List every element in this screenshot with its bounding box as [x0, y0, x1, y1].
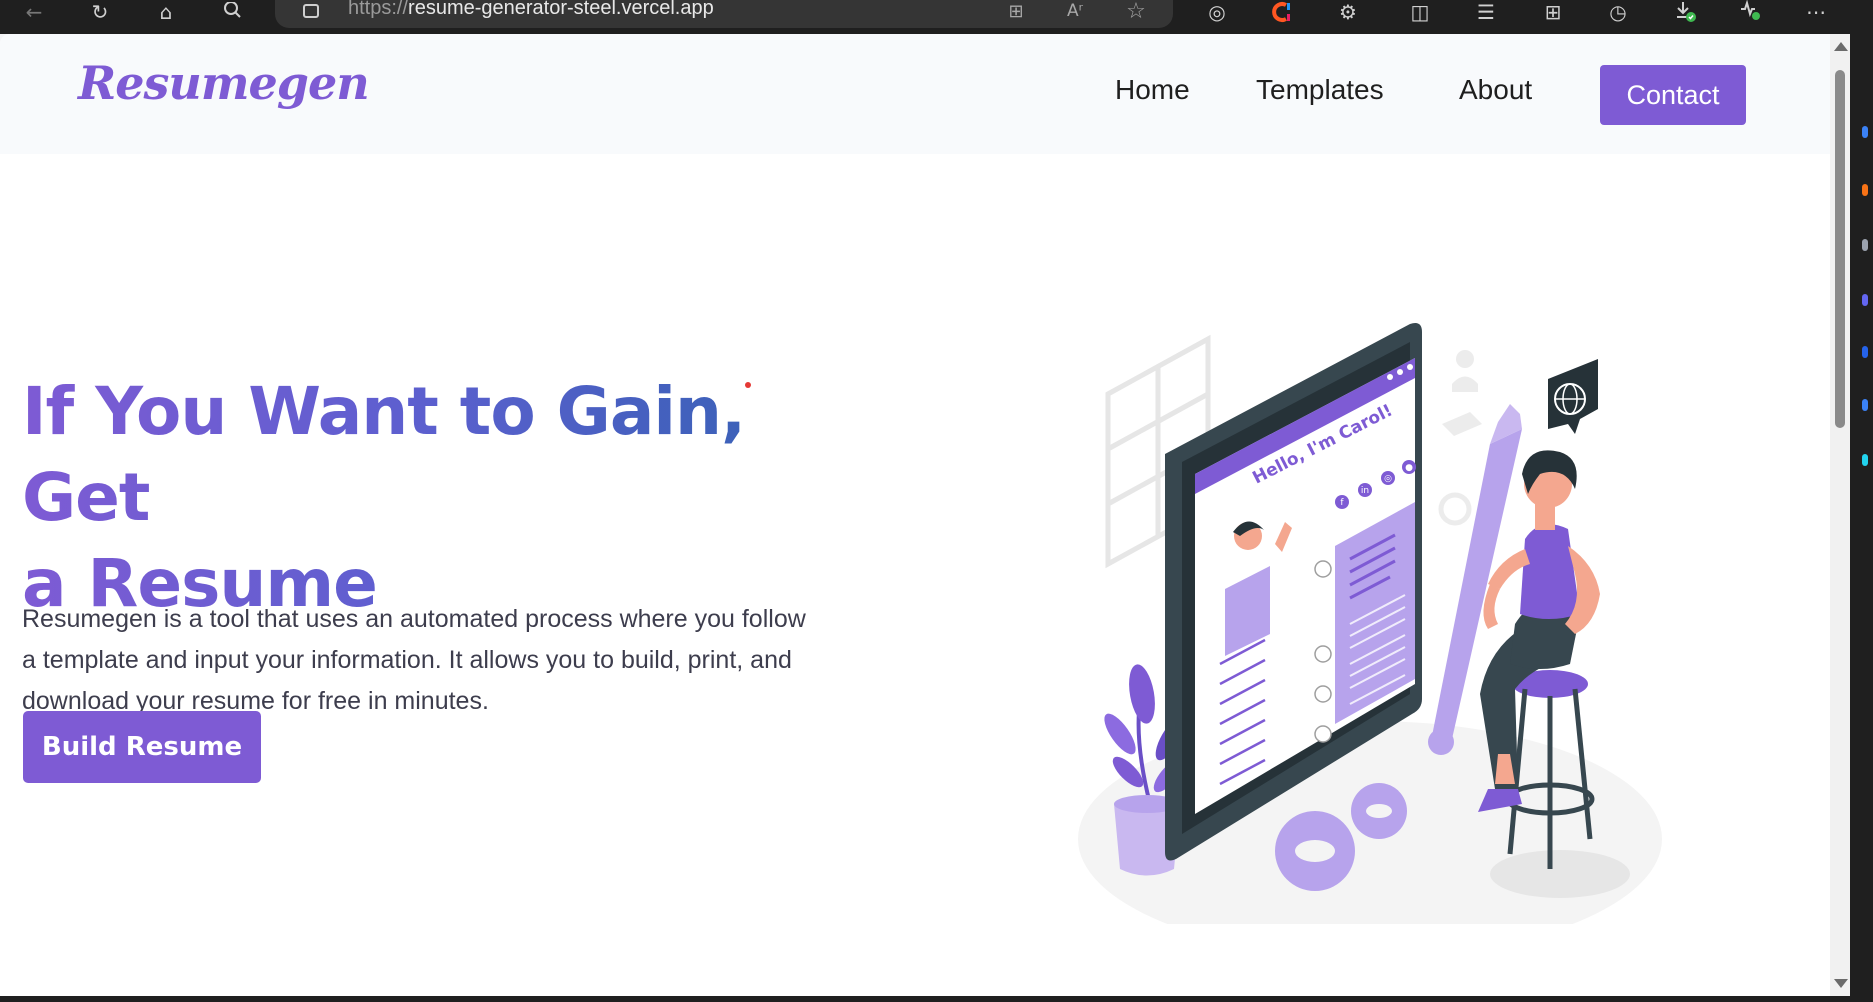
- favorite-star-icon[interactable]: ☆: [1123, 0, 1149, 24]
- search-icon[interactable]: [219, 0, 247, 24]
- sidebar-app-icon[interactable]: [1862, 239, 1868, 251]
- hero-description: Resumegen is a tool that uses an automat…: [22, 599, 882, 722]
- tracking-icon[interactable]: ◎: [1203, 0, 1231, 24]
- read-aloud-icon[interactable]: Aʳ: [1062, 0, 1088, 22]
- site-info-icon[interactable]: [303, 4, 319, 18]
- page-scrollbar[interactable]: [1830, 34, 1850, 996]
- app-available-icon[interactable]: ⊞: [1003, 0, 1029, 22]
- stool-shadow: [1490, 850, 1630, 898]
- site-header: Resumegen Home Templates About Contact: [0, 34, 1830, 154]
- resume-illustration: Hello, I'm Carol! f in ◎ ●: [1078, 323, 1662, 924]
- sidebar-app-icon[interactable]: [1862, 399, 1868, 411]
- hero-description-line-1: Resumegen is a tool that uses an automat…: [22, 605, 806, 633]
- sidebar-app-icon[interactable]: [1862, 346, 1868, 358]
- browser-sidebar: [1850, 34, 1873, 1002]
- svg-text:●: ●: [1405, 463, 1413, 473]
- nav-home-link[interactable]: Home: [1115, 74, 1190, 106]
- mouse-cursor-marker: [745, 382, 751, 388]
- extension-c-icon[interactable]: [1268, 0, 1296, 24]
- svg-text:in: in: [1361, 486, 1369, 496]
- downloads-icon[interactable]: [1672, 0, 1700, 24]
- sidebar-app-icon[interactable]: [1862, 294, 1868, 306]
- scroll-down-arrow-icon[interactable]: [1834, 979, 1848, 988]
- page-viewport: Resumegen Home Templates About Contact I…: [0, 34, 1830, 996]
- hero-title: If You Want to Gain, Get a Resume: [22, 369, 882, 627]
- favorites-icon[interactable]: ☰: [1472, 0, 1500, 24]
- svg-text:◎: ◎: [1384, 474, 1392, 484]
- url-text[interactable]: https://resume-generator-steel.vercel.ap…: [348, 0, 714, 20]
- performance-icon[interactable]: [1737, 0, 1765, 24]
- home-icon[interactable]: ⌂: [152, 0, 180, 24]
- globe-speech-icon: [1548, 359, 1598, 434]
- address-bar[interactable]: https://resume-generator-steel.vercel.ap…: [275, 0, 1173, 28]
- faded-background-icons: [1438, 350, 1482, 526]
- history-icon[interactable]: ◷: [1604, 0, 1632, 24]
- hero-title-line-1: If You Want to Gain, Get: [22, 373, 746, 536]
- window-bottom-edge: [0, 996, 1850, 1002]
- nav-templates-link[interactable]: Templates: [1256, 74, 1384, 106]
- back-icon[interactable]: ←: [20, 0, 48, 24]
- more-menu-icon[interactable]: ⋯: [1802, 0, 1830, 24]
- sidebar-app-icon[interactable]: [1862, 454, 1868, 466]
- hero-description-line-2: a template and input your information. I…: [22, 646, 792, 674]
- sidebar-app-icon[interactable]: [1862, 126, 1868, 138]
- browser-toolbar: ← ↻ ⌂ https://resume-generator-steel.ver…: [0, 0, 1873, 34]
- refresh-icon[interactable]: ↻: [86, 0, 114, 24]
- extensions-icon[interactable]: ⚙: [1334, 0, 1362, 24]
- collections-icon[interactable]: ⊞: [1539, 0, 1567, 24]
- build-resume-button[interactable]: Build Resume: [23, 711, 261, 783]
- nav-about-link[interactable]: About: [1459, 74, 1532, 106]
- split-screen-icon[interactable]: ◫: [1406, 0, 1434, 24]
- contact-button[interactable]: Contact: [1600, 65, 1746, 125]
- site-logo[interactable]: Resumegen: [78, 56, 370, 110]
- scroll-up-arrow-icon[interactable]: [1834, 42, 1848, 51]
- scrollbar-thumb[interactable]: [1835, 70, 1845, 428]
- sidebar-app-icon[interactable]: [1862, 184, 1868, 196]
